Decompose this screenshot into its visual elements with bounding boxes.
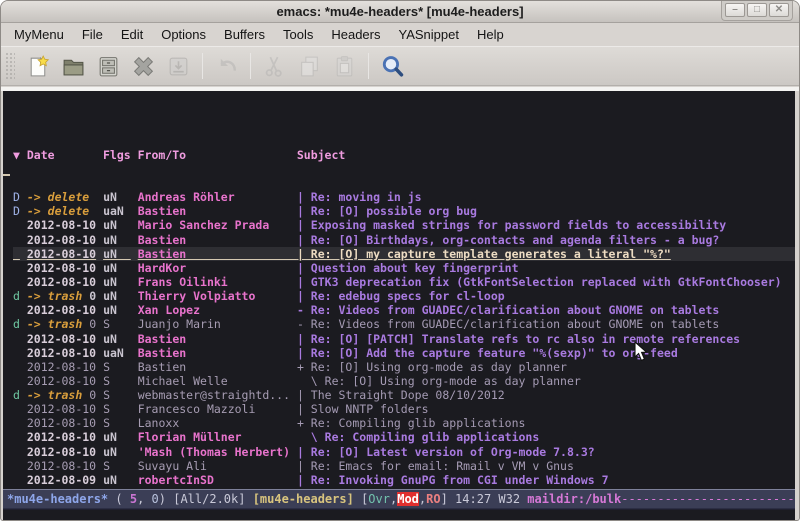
modeline-segment-plain: ]	[441, 492, 455, 506]
message-row[interactable]: 2012-08-10 S Michael Welle \ Re: [O] Usi…	[13, 374, 795, 388]
modeline-segment-count-b: 0	[152, 492, 159, 506]
emacs-window: emacs: *mu4e-headers* [mu4e-headers] –□✕…	[0, 0, 800, 521]
modeline-segment-count-a: 5	[130, 492, 137, 506]
copy-icon	[296, 52, 324, 80]
message-row[interactable]: 2012-08-10 S Francesco Mazzoli | Slow NN…	[13, 402, 795, 416]
modeline-segment-plain: 14:27 W32	[455, 492, 527, 506]
message-row[interactable]: 2012-08-10 S Suvayu Ali | Re: Emacs for …	[13, 459, 795, 473]
modeline-segment-mod: Mod	[397, 492, 419, 506]
message-row[interactable]: 2012-08-10 uN HardKor | Question about k…	[13, 261, 795, 275]
minibuffer[interactable]	[3, 510, 795, 520]
message-row[interactable]: d -> trash 0 uN Thierry Volpiatto | Re: …	[13, 289, 795, 303]
modeline-segment-plain: [	[354, 492, 368, 506]
message-row[interactable]: 2012-08-10 uN Frans Oilinki | GTK3 depre…	[13, 275, 795, 289]
menu-help[interactable]: Help	[468, 24, 513, 45]
modeline-segment-maildir: maildir:/bulk	[527, 492, 621, 506]
menu-headers[interactable]: Headers	[322, 24, 389, 45]
cut-icon	[261, 52, 289, 80]
modeline-segment-ro: RO	[426, 492, 440, 506]
mu4e-headers-buffer[interactable]: ▼ Date Flgs From/To Subject D -> delete …	[3, 91, 795, 489]
dired-icon[interactable]	[95, 52, 123, 80]
toolbar-drag-handle[interactable]	[5, 52, 15, 80]
message-row[interactable]: D -> delete uaN Bastien | Re: [O] possib…	[13, 204, 795, 218]
modeline-segment-plain: ) [All/2.0k]	[159, 492, 253, 506]
modeline-segment-ovr: Ovr	[368, 492, 390, 506]
message-row-current[interactable]: 2012-08-10 uN Bastien | Re: [O] my captu…	[13, 247, 795, 261]
menu-mymenu[interactable]: MyMenu	[5, 24, 73, 45]
menubar: MyMenuFileEditOptionsBuffersToolsHeaders…	[1, 23, 799, 46]
modeline-segment-plain: ,	[137, 492, 151, 506]
toolbar-separator	[368, 53, 369, 79]
message-row[interactable]: 2012-08-09 uN robertcInSD | Re: Invoking…	[13, 473, 795, 487]
message-row[interactable]: 2012-08-10 uN Florian Müllner \ Re: Comp…	[13, 430, 795, 444]
save-buffer-icon	[165, 52, 193, 80]
message-row[interactable]: 2012-08-10 uN 'Mash (Thomas Herbert) | R…	[13, 445, 795, 459]
toolbar-separator	[250, 53, 251, 79]
open-file-icon[interactable]	[60, 52, 88, 80]
message-row[interactable]: D -> delete uN Andreas Röhler | Re: movi…	[13, 190, 795, 204]
menu-yasnippet[interactable]: YASnippet	[389, 24, 467, 45]
modeline-segment-mode: [mu4e-headers]	[253, 492, 354, 506]
new-file-icon[interactable]	[25, 52, 53, 80]
headers-column-header[interactable]: ▼ Date Flgs From/To Subject	[13, 148, 795, 162]
minimize-button[interactable]: –	[725, 3, 745, 17]
menu-buffers[interactable]: Buffers	[215, 24, 274, 45]
modeline-segment-plain: (	[108, 492, 130, 506]
message-row[interactable]: 2012-08-10 uaN Bastien | Re: [O] Add the…	[13, 346, 795, 360]
modeline: *mu4e-headers* ( 5, 0) [All/2.0k] [mu4e-…	[3, 489, 795, 510]
message-row[interactable]: 2012-08-10 S Lanoxx + Re: Compiling glib…	[13, 416, 795, 430]
message-row[interactable]: 2012-08-10 uN Xan Lopez - Re: Videos fro…	[13, 303, 795, 317]
titlebar[interactable]: emacs: *mu4e-headers* [mu4e-headers] –□✕	[1, 1, 799, 23]
toolbar	[1, 46, 799, 86]
message-row[interactable]: d -> trash 0 S Juanjo Marin - Re: Videos…	[13, 317, 795, 331]
menu-file[interactable]: File	[73, 24, 112, 45]
message-row[interactable]: 2012-08-10 S Bastien + Re: [O] Using org…	[13, 360, 795, 374]
maximize-button[interactable]: □	[747, 3, 767, 17]
menu-options[interactable]: Options	[152, 24, 215, 45]
current-line-fringe-marker	[3, 174, 10, 176]
window-title: emacs: *mu4e-headers* [mu4e-headers]	[276, 4, 523, 19]
message-row[interactable]: 2012-08-10 uN Bastien | Re: [O] [PATCH] …	[13, 332, 795, 346]
menu-edit[interactable]: Edit	[112, 24, 152, 45]
message-row[interactable]: d -> trash 0 S webmaster@straightd... | …	[13, 388, 795, 402]
message-row[interactable]: 2012-08-10 uN Mario Sanchez Prada | Expo…	[13, 218, 795, 232]
menu-tools[interactable]: Tools	[274, 24, 322, 45]
message-row[interactable]: 2012-08-10 uN Bastien | Re: [O] Birthday…	[13, 233, 795, 247]
paste-icon	[331, 52, 359, 80]
window-controls: –□✕	[721, 1, 793, 21]
close-buffer-icon[interactable]	[130, 52, 158, 80]
search-icon[interactable]	[379, 52, 407, 80]
modeline-segment-dashes: ----------------------------------------	[621, 492, 795, 506]
close-button[interactable]: ✕	[769, 3, 789, 17]
modeline-segment-buffer-name: *mu4e-headers*	[7, 492, 108, 506]
undo-icon	[213, 52, 241, 80]
toolbar-separator	[202, 53, 203, 79]
